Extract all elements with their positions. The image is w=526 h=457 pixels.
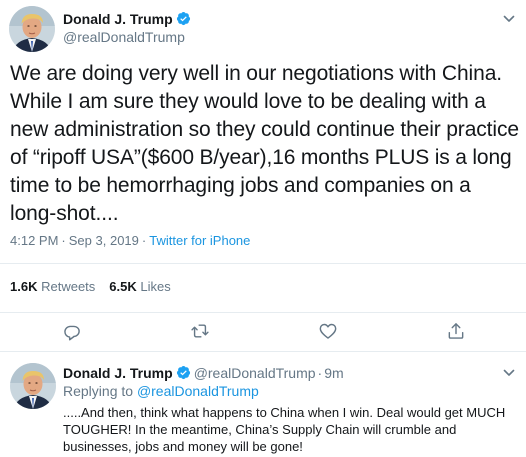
replying-to-mention[interactable]: @realDonaldTrump bbox=[137, 383, 259, 399]
chevron-down-icon[interactable] bbox=[502, 12, 516, 26]
divider bbox=[0, 263, 526, 264]
reply-separator: · bbox=[317, 365, 323, 381]
tweet-date[interactable]: Sep 3, 2019 bbox=[69, 233, 139, 248]
likes-label: Likes bbox=[140, 279, 171, 294]
retweets-stat[interactable]: 1.6K Retweets bbox=[10, 279, 95, 294]
retweets-label: Retweets bbox=[41, 279, 96, 294]
author-name-row[interactable]: Donald J. Trump bbox=[63, 10, 191, 28]
reply-header: Donald J. Trump @realDonaldTrump · 9m bbox=[63, 364, 344, 382]
tweet-text: We are doing very well in our negotiatio… bbox=[10, 62, 519, 225]
tweet-meta: 4:12 PM · Sep 3, 2019 · Twitter for iPhone bbox=[10, 233, 250, 249]
divider bbox=[0, 351, 526, 352]
tweet-source[interactable]: Twitter for iPhone bbox=[149, 233, 250, 248]
heart-icon[interactable] bbox=[318, 321, 338, 341]
retweets-count: 1.6K bbox=[10, 279, 38, 294]
avatar[interactable] bbox=[9, 6, 55, 52]
author-handle[interactable]: @realDonaldTrump bbox=[63, 28, 185, 46]
reply-author-handle[interactable]: @realDonaldTrump bbox=[194, 365, 316, 381]
author-name[interactable]: Donald J. Trump bbox=[63, 11, 173, 27]
reply-icon[interactable] bbox=[62, 321, 82, 341]
meta-separator: · bbox=[61, 233, 66, 248]
replying-to-label: Replying to bbox=[63, 383, 134, 399]
likes-stat[interactable]: 6.5K Likes bbox=[109, 279, 170, 294]
reply-time[interactable]: 9m bbox=[324, 365, 343, 381]
meta-separator: · bbox=[141, 233, 147, 248]
tweet-detail: Donald J. Trump @realDonaldTrump We are … bbox=[0, 0, 526, 457]
chevron-down-icon[interactable] bbox=[502, 366, 516, 380]
reply-author-name[interactable]: Donald J. Trump bbox=[63, 365, 173, 381]
share-icon[interactable] bbox=[446, 321, 466, 341]
tweet-stats: 1.6K Retweets 6.5K Likes bbox=[10, 279, 185, 295]
divider bbox=[0, 312, 526, 313]
verified-badge-icon bbox=[176, 365, 190, 380]
replying-to: Replying to @realDonaldTrump bbox=[63, 382, 259, 400]
likes-count: 6.5K bbox=[109, 279, 137, 294]
tweet-time[interactable]: 4:12 PM bbox=[10, 233, 58, 248]
reply-avatar[interactable] bbox=[10, 363, 56, 409]
reply-text: .....And then, think what happens to Chi… bbox=[63, 405, 506, 454]
avatar-image bbox=[9, 6, 55, 52]
avatar-image bbox=[10, 363, 56, 409]
retweet-icon[interactable] bbox=[190, 321, 210, 341]
verified-badge-icon bbox=[176, 11, 190, 26]
